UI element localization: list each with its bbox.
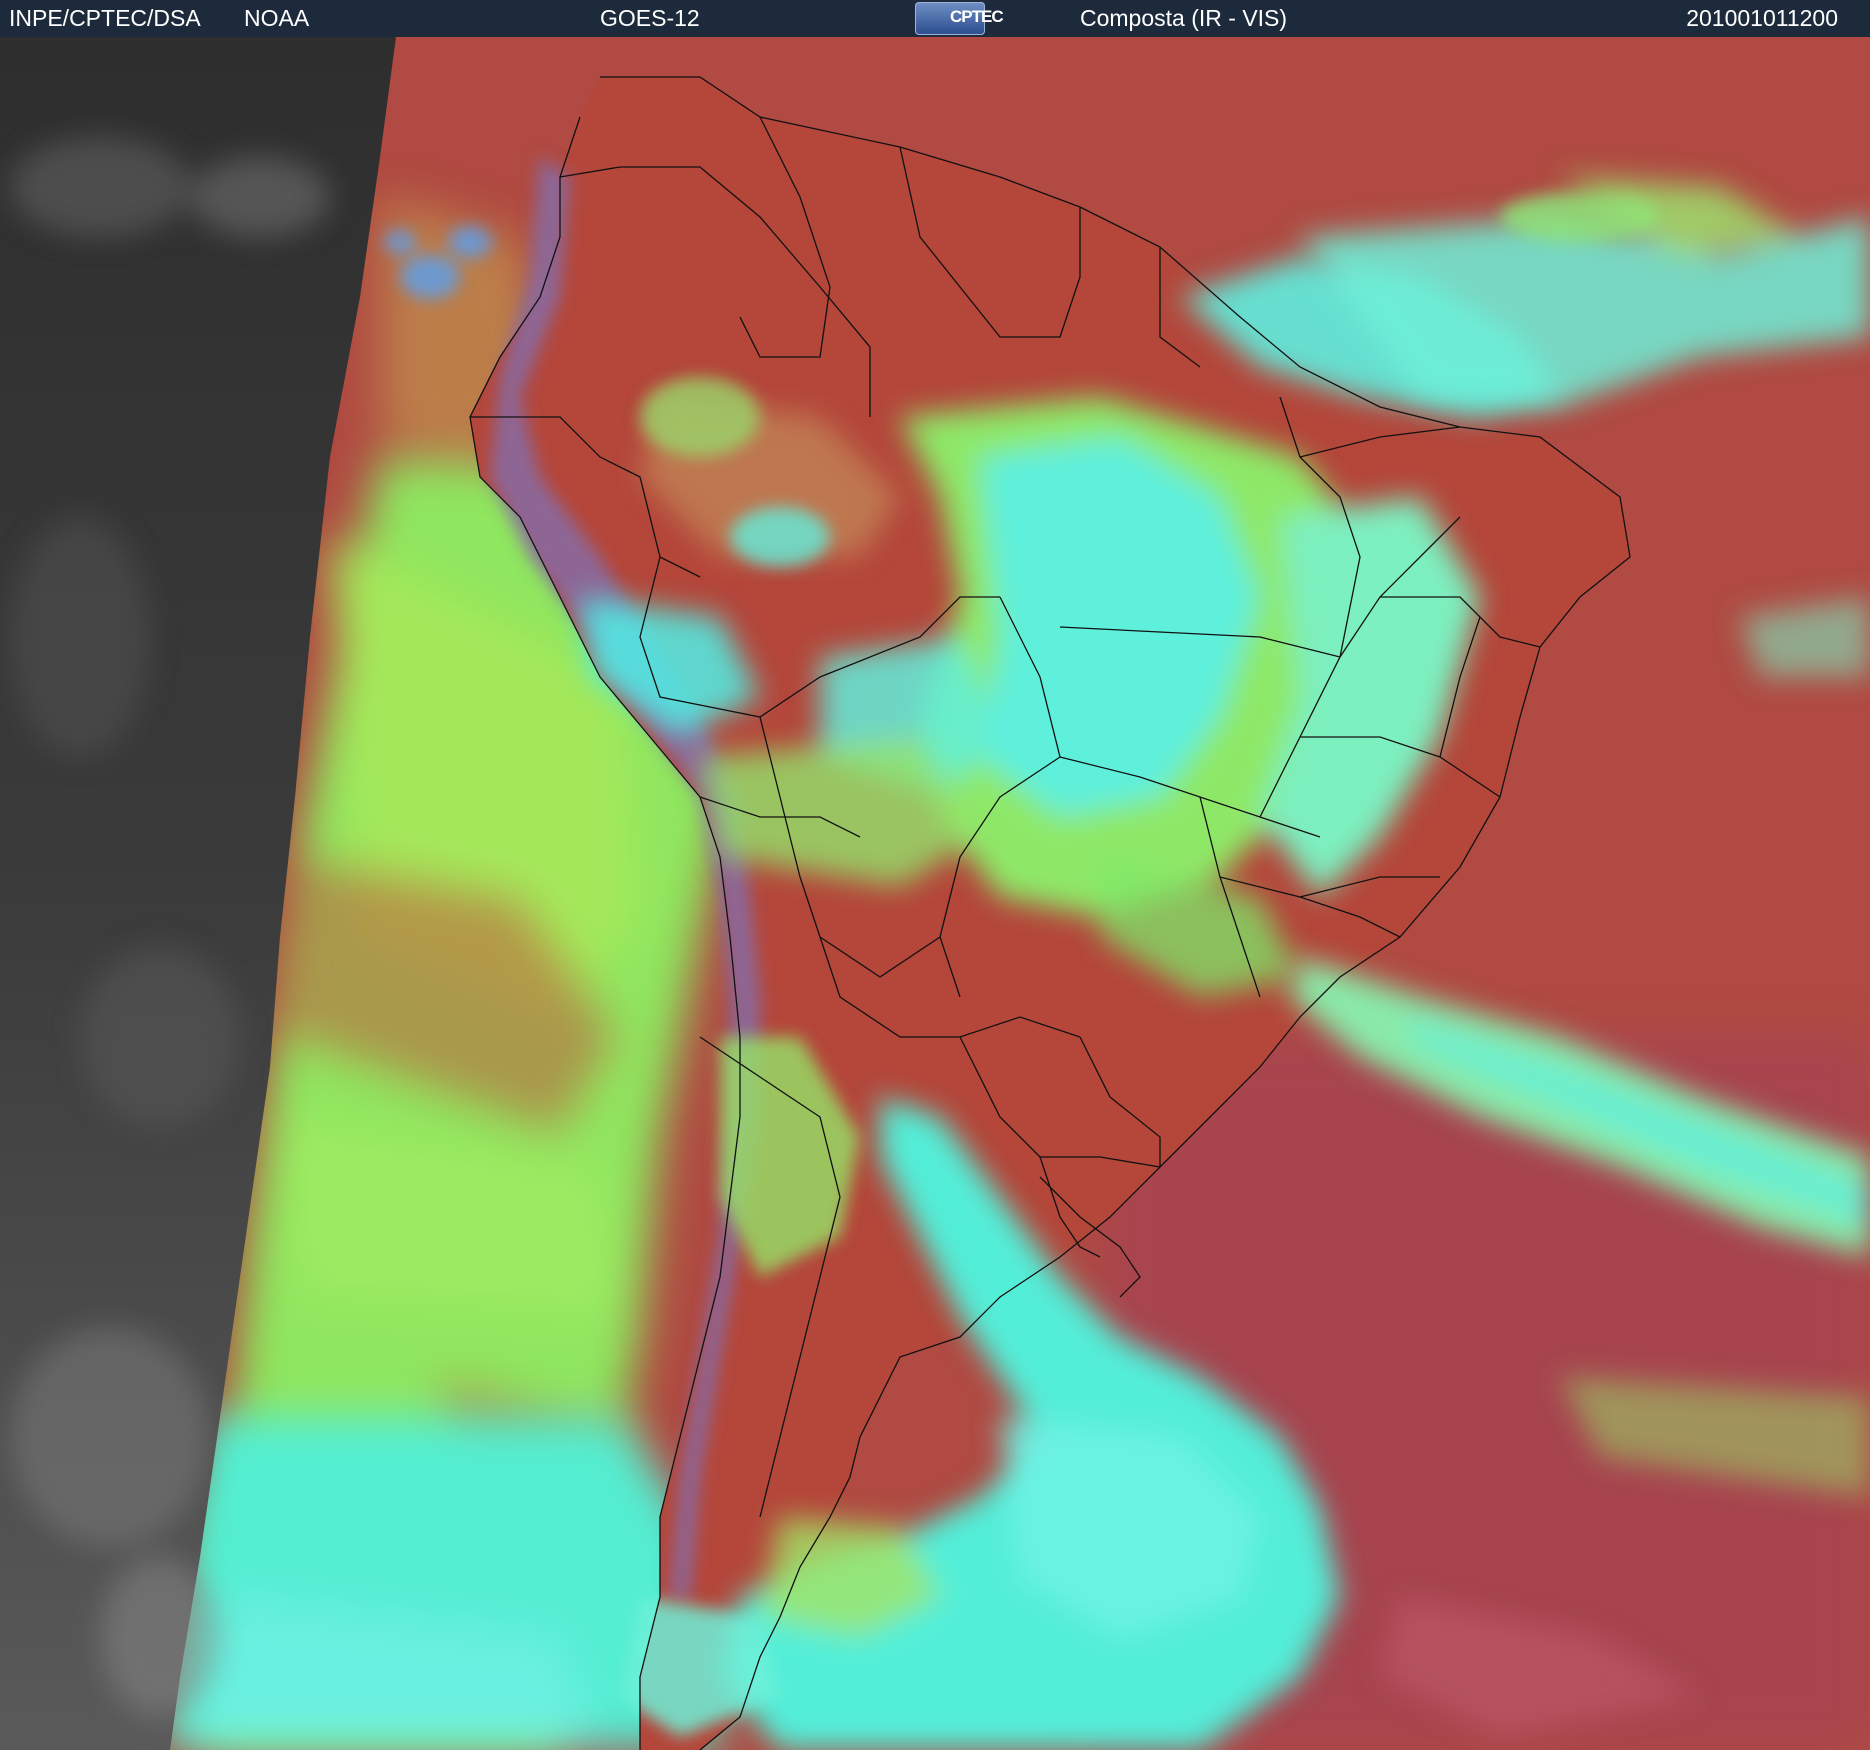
product-label: Composta (IR - VIS) <box>1080 5 1288 31</box>
image-header: INPE/CPTEC/DSA NOAA GOES-12 CPTEC Compos… <box>0 0 1870 37</box>
cptec-logo: CPTEC <box>915 2 1004 35</box>
timestamp-label: 201001011200 <box>1686 5 1838 31</box>
satellite-image <box>0 37 1870 1750</box>
agency-label: INPE/CPTEC/DSA <box>9 5 201 31</box>
satellite-label: GOES-12 <box>600 5 700 31</box>
composite-map <box>0 37 1870 1750</box>
provider-label: NOAA <box>244 5 310 31</box>
